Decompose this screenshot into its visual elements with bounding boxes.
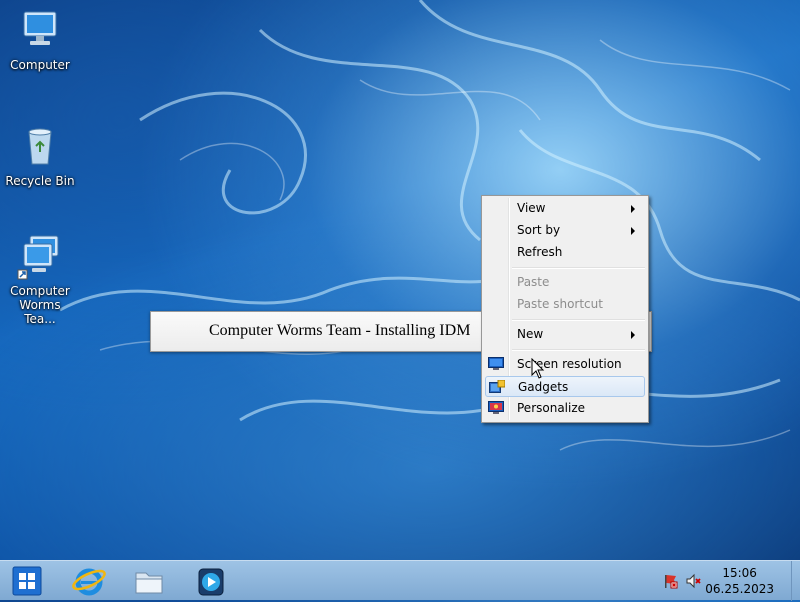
- taskbar-file-explorer[interactable]: [124, 563, 174, 599]
- system-clock[interactable]: 15:06 06.25.2023: [705, 565, 774, 597]
- menu-item-screen-resolution[interactable]: Screen resolution: [485, 354, 645, 375]
- menu-item-label: Paste shortcut: [517, 297, 603, 311]
- submenu-arrow-icon: [631, 331, 635, 339]
- menu-item-view[interactable]: View: [485, 198, 645, 219]
- desktop-icon-label-line2: Worms Tea...: [19, 298, 61, 326]
- recycle-bin-icon: [16, 122, 64, 170]
- menu-item-new[interactable]: New: [485, 324, 645, 345]
- start-button[interactable]: [4, 563, 54, 599]
- desktop-icon-recycle-bin[interactable]: Recycle Bin: [2, 122, 78, 188]
- display-icon: [488, 357, 504, 371]
- clock-time: 15:06: [722, 566, 757, 580]
- taskbar: 15:06 06.25.2023: [0, 560, 800, 601]
- menu-item-label: View: [517, 201, 546, 215]
- gadgets-icon: [489, 379, 506, 394]
- menu-separator: [512, 349, 645, 351]
- menu-item-sort-by[interactable]: Sort by: [485, 220, 645, 241]
- action-center-flag-icon[interactable]: [662, 573, 678, 589]
- menu-item-gadgets[interactable]: Gadgets: [485, 376, 645, 397]
- desktop-icon-label-line1: Computer: [10, 284, 70, 298]
- mouse-cursor-icon: [531, 358, 545, 379]
- computer-network-shortcut-icon: [16, 232, 64, 280]
- desktop-icon-label: Computer: [10, 58, 70, 72]
- wallpaper: [59, 0, 800, 451]
- desktop-context-menu: View Sort by Refresh Paste Paste shortcu…: [481, 195, 649, 423]
- menu-item-paste[interactable]: Paste: [485, 272, 645, 293]
- submenu-arrow-icon: [631, 205, 635, 213]
- desktop-icon-computer[interactable]: Computer: [2, 6, 78, 72]
- menu-separator: [512, 267, 645, 269]
- menu-separator: [512, 319, 645, 321]
- submenu-arrow-icon: [631, 227, 635, 235]
- show-desktop-button[interactable]: [791, 561, 800, 601]
- clock-date: 06.25.2023: [705, 582, 774, 596]
- desktop-icon-label: Recycle Bin: [5, 174, 75, 188]
- menu-item-paste-shortcut[interactable]: Paste shortcut: [485, 294, 645, 315]
- desktop-icon-computer-worms-team[interactable]: Computer Worms Tea...: [2, 232, 78, 326]
- menu-item-refresh[interactable]: Refresh: [485, 242, 645, 263]
- installer-window-title: Computer Worms Team - Installing IDM: [209, 322, 471, 339]
- menu-item-label: Gadgets: [518, 380, 569, 394]
- menu-item-personalize[interactable]: Personalize: [485, 398, 645, 419]
- computer-icon: [16, 6, 64, 54]
- personalize-icon: [488, 401, 504, 415]
- taskbar-internet-explorer[interactable]: [64, 563, 114, 599]
- taskbar-media-player[interactable]: [186, 563, 236, 599]
- menu-item-label: Refresh: [517, 245, 563, 259]
- menu-item-label: Sort by: [517, 223, 561, 237]
- menu-item-label: Personalize: [517, 401, 586, 415]
- menu-item-label: Paste: [517, 275, 550, 289]
- volume-muted-icon[interactable]: [686, 573, 702, 589]
- menu-item-label: New: [517, 327, 544, 341]
